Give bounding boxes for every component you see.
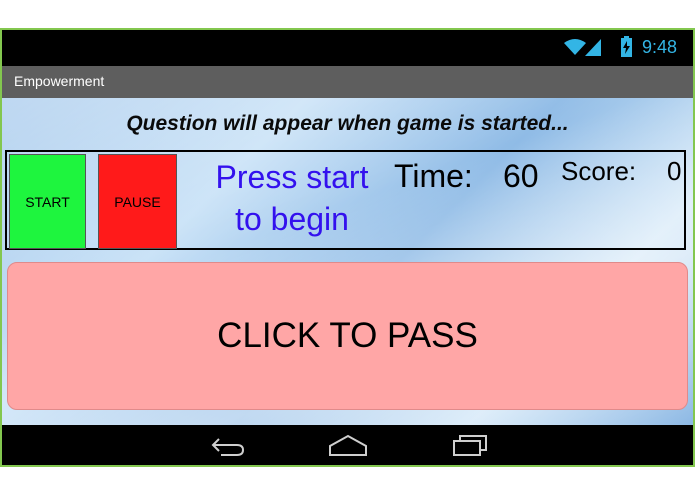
wifi-icon	[564, 38, 586, 61]
device-screen: 9:48 Empowerment Question will appear wh…	[2, 30, 693, 465]
score-label: Score:	[561, 156, 637, 186]
status-message: Press start to begin	[197, 156, 387, 240]
back-icon[interactable]	[207, 433, 247, 462]
pause-button[interactable]: PAUSE	[98, 154, 177, 249]
status-time: 9:48	[642, 37, 678, 57]
start-button[interactable]: START	[9, 154, 86, 249]
status-message-line1: Press start	[215, 159, 369, 195]
battery-charging-icon	[621, 36, 632, 62]
pass-button[interactable]: CLICK TO PASS	[7, 262, 688, 410]
control-panel: START PAUSE Press start to begin Time: 6…	[5, 150, 686, 250]
question-text: Question will appear when game is starte…	[126, 112, 569, 135]
signal-icon	[585, 39, 601, 61]
status-message-line2: to begin	[235, 201, 349, 237]
time-value: 60	[503, 158, 539, 194]
time-label: Time:	[394, 158, 473, 194]
navigation-bar	[2, 425, 693, 465]
home-icon[interactable]	[327, 433, 369, 462]
app-title-bar: Empowerment	[2, 66, 693, 98]
score-value: 0	[667, 156, 682, 186]
app-title: Empowerment	[14, 73, 105, 89]
recent-apps-icon[interactable]	[450, 433, 490, 462]
device-frame: 9:48 Empowerment Question will appear wh…	[0, 28, 695, 467]
game-screen: Question will appear when game is starte…	[2, 98, 693, 425]
status-bar: 9:48	[2, 30, 693, 66]
